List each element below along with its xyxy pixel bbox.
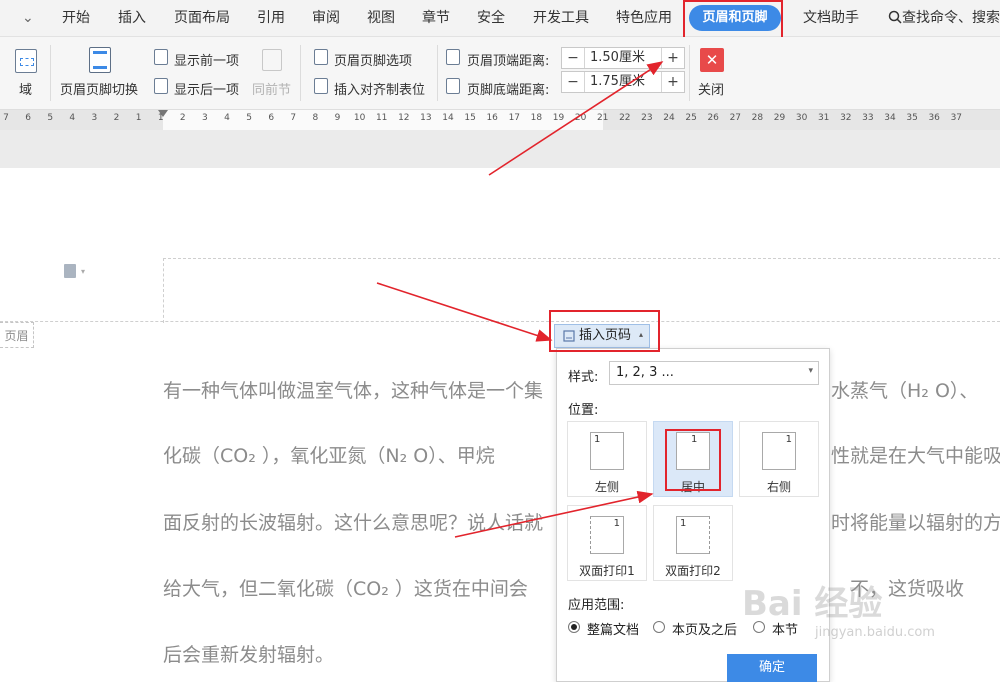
watermark-logo: Bai 经验 (742, 584, 883, 624)
arrow-to-center-option (454, 490, 654, 538)
arrow-to-distance (488, 61, 664, 176)
watermark-url: jingyan.baidu.com (815, 625, 935, 640)
arrow-to-insert-button (376, 282, 553, 342)
